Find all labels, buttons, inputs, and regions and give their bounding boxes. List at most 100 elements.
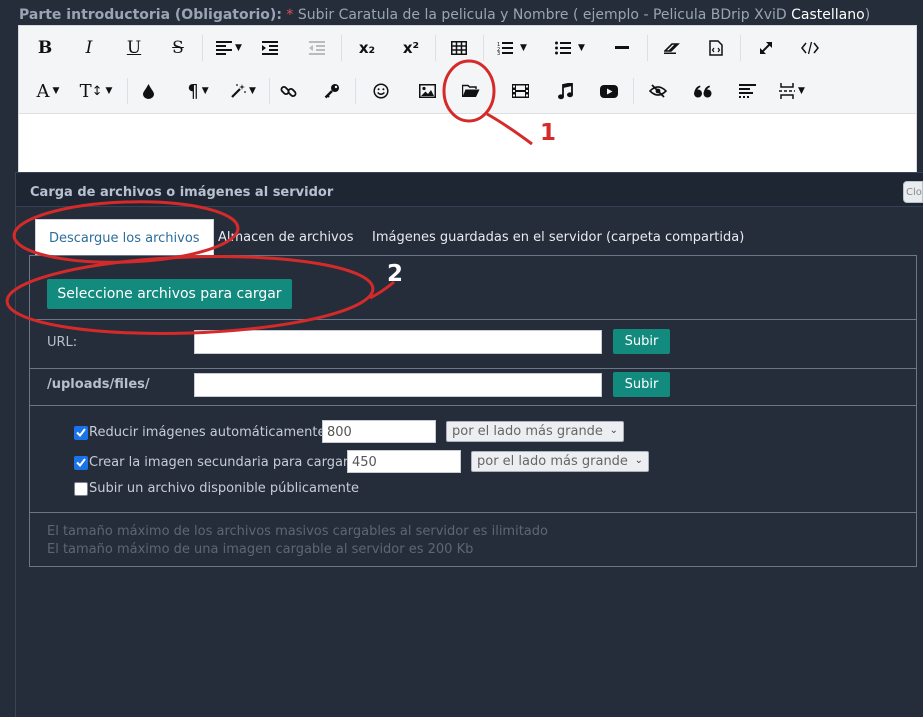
smile-icon: [373, 83, 389, 99]
align-dropdown-button[interactable]: ▼: [211, 32, 247, 64]
bold-button[interactable]: B: [28, 32, 62, 64]
info-text: El tamaño máximo de los archivos masivos…: [47, 524, 548, 539]
ordered-list-icon: 123: [497, 42, 514, 55]
path-input[interactable]: [194, 373, 602, 397]
quote-icon: [694, 85, 712, 97]
quote-button[interactable]: [686, 75, 720, 107]
unordered-list-icon: [555, 41, 572, 55]
rich-text-editor[interactable]: B I U S ▼ x₂ x² 1 2 3 ▼ ▼ A ▼ T ↕ ▼ ¶ ▼ …: [18, 25, 917, 175]
upload-dialog: Carga de archivos o imágenes al servidor…: [15, 172, 923, 717]
indent-button[interactable]: [253, 32, 287, 64]
toolbar-divider: [202, 35, 203, 61]
music-icon: [557, 82, 573, 99]
source-code-button[interactable]: [793, 32, 827, 64]
divider: [30, 319, 916, 320]
chevron-down-icon: ⌄: [634, 455, 643, 466]
public-file-checkbox[interactable]: [74, 481, 88, 496]
font-size-label: T: [79, 80, 92, 102]
strikethrough-button[interactable]: S: [161, 32, 195, 64]
key-icon: [324, 84, 339, 99]
option-secondary-image[interactable]: Crear la imagen secundaria para cargar: [74, 455, 348, 470]
align-justify-icon: [738, 84, 756, 98]
toolbar-divider: [647, 35, 648, 61]
folder-open-icon: [462, 84, 480, 97]
secondary-value-input[interactable]: 450: [347, 450, 461, 473]
link-button[interactable]: [271, 75, 305, 107]
field-label-text: Subir Caratula de la pelicula y Nombre (…: [293, 7, 792, 23]
check-icon: [76, 428, 86, 437]
tab-server-images[interactable]: Imágenes guardadas en el servidor (carpe…: [372, 219, 744, 255]
option-public-file[interactable]: Subir un archivo disponible públicamente: [74, 481, 359, 496]
eye-slash-icon: [649, 84, 667, 98]
tab-file-storage[interactable]: Almacen de archivos: [218, 219, 353, 255]
unordered-list-button[interactable]: ▼: [549, 32, 591, 64]
outdent-button[interactable]: [300, 32, 334, 64]
font-size-button[interactable]: T ↕ ▼: [76, 75, 116, 107]
divider: [30, 405, 916, 406]
italic-button[interactable]: I: [72, 32, 106, 64]
toolbar-divider: [633, 78, 634, 104]
url-label: URL:: [47, 335, 78, 350]
code-view-button[interactable]: [699, 32, 733, 64]
dialog-title: Carga de archivos o imágenes al servidor: [16, 173, 923, 207]
text-align-button[interactable]: [730, 75, 764, 107]
public-file-label: Subir un archivo disponible públicamente: [89, 481, 360, 496]
resize-value-input[interactable]: 800: [322, 420, 436, 443]
resize-mode-value: por el lado más grande: [452, 424, 603, 439]
page-break-icon: [779, 83, 796, 99]
magic-wand-icon: [231, 84, 246, 98]
paragraph-icon: ¶: [187, 80, 199, 102]
font-color-label: A: [36, 80, 50, 102]
magic-format-button[interactable]: ▼: [223, 75, 263, 107]
toolbar-divider: [127, 78, 128, 104]
eraser-button[interactable]: [655, 32, 689, 64]
align-left-icon: [216, 41, 233, 55]
anchor-button[interactable]: [315, 75, 349, 107]
select-files-button[interactable]: Seleccione archivos para cargar: [47, 279, 292, 309]
youtube-button[interactable]: [592, 75, 626, 107]
field-label-bold: Parte introductoria (Obligatorio):: [19, 7, 282, 23]
image-icon: [418, 84, 436, 98]
color-drop-button[interactable]: [131, 75, 165, 107]
font-color-button[interactable]: A ▼: [28, 75, 68, 107]
superscript-button[interactable]: x²: [394, 32, 428, 64]
subscript-button[interactable]: x₂: [350, 32, 384, 64]
emoji-button[interactable]: [364, 75, 398, 107]
hide-content-button[interactable]: [641, 75, 675, 107]
option-resize[interactable]: Reducir imágenes automáticamente: [74, 425, 326, 440]
divider: [30, 512, 916, 513]
field-label: Parte introductoria (Obligatorio): * Sub…: [19, 7, 870, 23]
close-button[interactable]: Clo: [903, 181, 923, 203]
toolbar-divider: [740, 35, 741, 61]
url-upload-button[interactable]: Subir: [613, 329, 670, 354]
tint-icon: [142, 83, 154, 99]
fullscreen-button[interactable]: [749, 32, 783, 64]
image-button[interactable]: [410, 75, 444, 107]
ordered-list-button[interactable]: 1 2 3 ▼: [491, 32, 533, 64]
path-label: /uploads/files/: [47, 377, 150, 392]
audio-button[interactable]: [548, 75, 582, 107]
underline-button[interactable]: U: [117, 32, 151, 64]
horizontal-rule-button[interactable]: [605, 32, 639, 64]
eraser-icon: [664, 43, 680, 54]
page-break-button[interactable]: ▼: [772, 75, 812, 107]
secondary-image-checkbox[interactable]: [74, 455, 88, 470]
tab-upload-files[interactable]: Descargue los archivos: [35, 219, 214, 255]
table-button[interactable]: [442, 32, 476, 64]
video-button[interactable]: [503, 75, 537, 107]
annotation-number-1: 1: [540, 120, 557, 146]
url-input[interactable]: [194, 330, 602, 354]
resize-mode-select[interactable]: por el lado más grande ⌄: [446, 421, 624, 442]
file-manager-button[interactable]: [454, 75, 488, 107]
path-upload-button[interactable]: Subir: [613, 372, 670, 397]
annotation-number-2: 2: [387, 261, 404, 287]
divider: [30, 368, 916, 369]
toolbar-divider: [483, 35, 484, 61]
toolbar-divider: [341, 35, 342, 61]
sort-arrows-icon: ↕: [91, 83, 103, 99]
toolbar-divider: [269, 78, 270, 104]
secondary-mode-select[interactable]: por el lado más grande ⌄: [471, 451, 649, 472]
resize-checkbox[interactable]: [74, 425, 88, 440]
paragraph-button[interactable]: ¶ ▼: [175, 75, 221, 107]
table-icon: [451, 41, 467, 55]
